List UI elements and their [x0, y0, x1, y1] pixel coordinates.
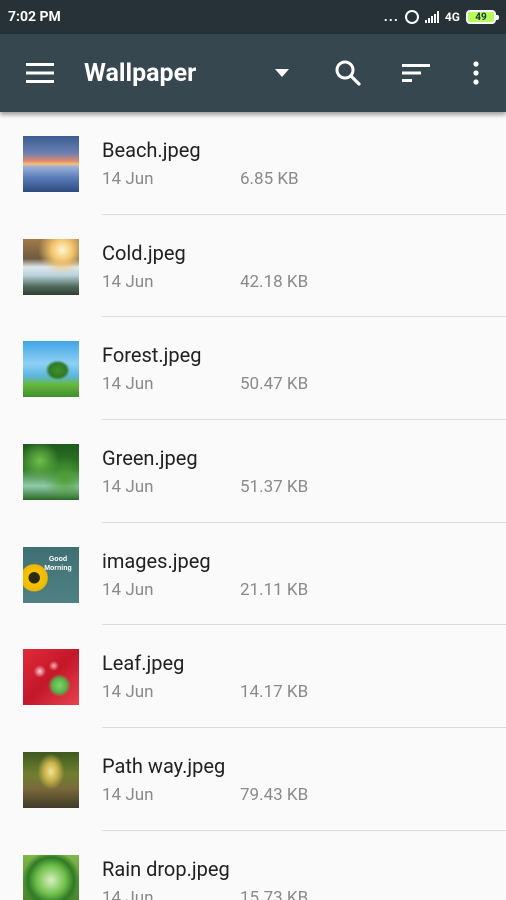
status-bar: 7:02 PM ... 4G 49 [0, 0, 506, 34]
file-name: images.jpeg [102, 548, 211, 573]
more-vert-icon [473, 61, 479, 85]
file-name: Path way.jpeg [102, 754, 226, 779]
forest-path-thumbnail [23, 752, 79, 809]
more-options-button[interactable] [456, 51, 496, 95]
red-leaf-thumbnail [23, 649, 79, 706]
rain-drop-thumbnail [23, 854, 79, 900]
file-row[interactable]: Green.jpeg 14 Jun 51.37 KB [0, 420, 506, 523]
search-button[interactable] [326, 51, 370, 95]
notification-dots-icon: ... [383, 9, 399, 25]
network-type: 4G [444, 10, 460, 24]
green-forest-thumbnail [23, 444, 79, 501]
file-date: 14 Jun [102, 887, 154, 900]
file-size: 14.17 KB [240, 682, 309, 703]
battery-level: 49 [475, 11, 487, 23]
file-date: 14 Jun [102, 579, 154, 600]
good-morning-text: Good Morning [44, 555, 72, 572]
file-size: 6.85 KB [240, 169, 299, 189]
signal-icon [424, 11, 439, 23]
file-date: 14 Jun [102, 682, 154, 703]
waterfall-thumbnail [23, 238, 79, 295]
beach-thumbnail [23, 136, 79, 192]
file-name: Cold.jpeg [102, 240, 186, 265]
file-date: 14 Jun [102, 169, 154, 189]
status-icons: ... 4G 49 [383, 9, 499, 25]
file-row[interactable]: Forest.jpeg 14 Jun 50.47 KB [0, 317, 506, 421]
file-date: 14 Jun [102, 271, 154, 292]
file-row[interactable]: Cold.jpeg 14 Jun 42.18 KB [0, 215, 506, 318]
good-morning-thumbnail: Good Morning [23, 546, 79, 603]
file-name: Beach.jpeg [102, 138, 201, 162]
menu-icon [26, 63, 54, 83]
file-row[interactable]: Good Morning images.jpeg 14 Jun 21.11 KB [0, 523, 506, 626]
search-icon [335, 60, 361, 86]
app-toolbar: Wallpaper [0, 34, 506, 112]
file-size: 51.37 KB [240, 477, 309, 498]
file-size: 21.11 KB [240, 579, 309, 600]
file-list: Beach.jpeg 14 Jun 6.85 KB Cold.jpeg 14 J… [0, 112, 506, 900]
file-row[interactable]: Beach.jpeg 14 Jun 6.85 KB [0, 112, 506, 215]
file-name: Leaf.jpeg [102, 651, 185, 676]
file-date: 14 Jun [102, 785, 154, 806]
file-date: 14 Jun [102, 374, 154, 395]
file-date: 14 Jun [102, 477, 154, 498]
file-row[interactable]: Path way.jpeg 14 Jun 79.43 KB [0, 728, 506, 831]
sort-icon [402, 64, 430, 82]
status-time: 7:02 PM [8, 9, 61, 25]
file-name: Rain drop.jpeg [102, 856, 230, 881]
file-row[interactable]: Rain drop.jpeg 14 Jun 15.73 KB [0, 831, 506, 900]
battery-icon: 49 [466, 10, 499, 24]
tree-lake-thumbnail [23, 341, 79, 398]
file-size: 50.47 KB [240, 374, 309, 395]
file-row[interactable]: Leaf.jpeg 14 Jun 14.17 KB [0, 625, 506, 729]
alarm-icon [404, 10, 419, 24]
file-size: 79.43 KB [240, 785, 309, 806]
file-name: Green.jpeg [102, 446, 198, 471]
page-title: Wallpaper [84, 58, 197, 88]
sort-button[interactable] [394, 51, 438, 95]
file-size: 42.18 KB [240, 271, 309, 292]
menu-button[interactable] [18, 51, 62, 95]
dropdown-arrow-icon [275, 69, 289, 77]
folder-dropdown-button[interactable] [262, 51, 302, 95]
file-size: 15.73 KB [240, 887, 309, 900]
file-name: Forest.jpeg [102, 343, 202, 368]
